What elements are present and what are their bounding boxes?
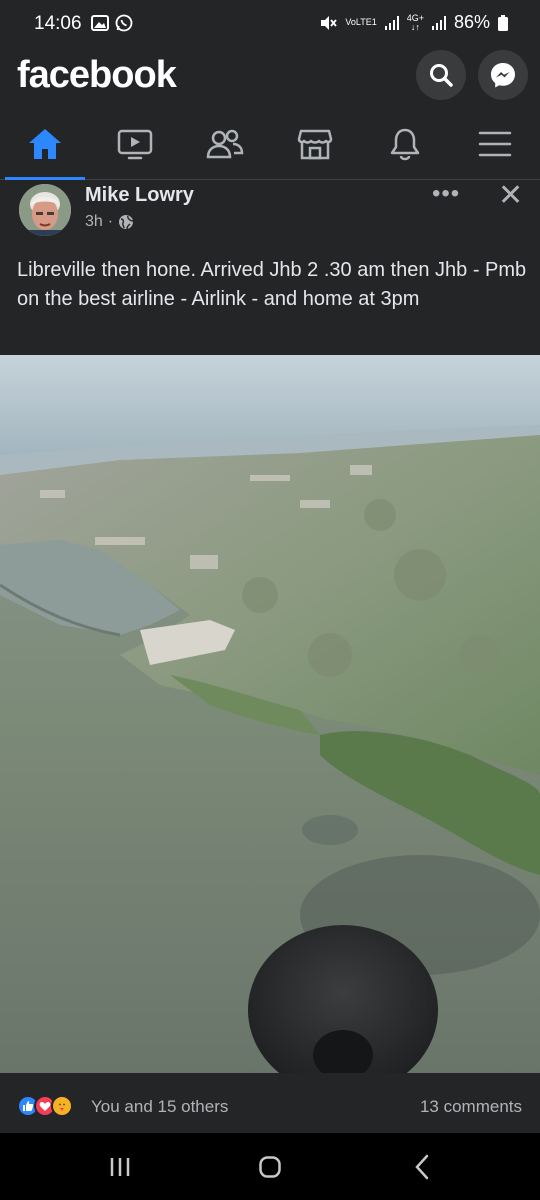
reaction-summary[interactable]: You and 15 others: [91, 1097, 228, 1117]
battery-percent: 86%: [453, 12, 490, 32]
system-navigation-bar: [0, 1133, 540, 1200]
marketplace-icon: [297, 129, 333, 160]
volte-text: VoLTE1: [345, 17, 377, 27]
mute-icon: [321, 15, 338, 30]
tab-friends[interactable]: [180, 108, 270, 180]
battery-icon: [498, 14, 508, 31]
messenger-icon: [491, 63, 515, 88]
volte-label: VoLTE1: [345, 18, 376, 27]
post-photo[interactable]: [0, 355, 540, 1073]
avatar[interactable]: [19, 184, 71, 236]
recents-button[interactable]: [100, 1149, 140, 1185]
home-icon: [29, 129, 61, 159]
tab-menu[interactable]: [450, 108, 540, 180]
tab-notifications[interactable]: [360, 108, 450, 180]
comments-count[interactable]: 13 comments: [420, 1097, 522, 1117]
search-button[interactable]: [416, 50, 466, 100]
status-time: 14:06: [34, 13, 82, 34]
app-header: facebook: [0, 46, 540, 108]
care-icon: [51, 1095, 73, 1117]
gallery-icon: [91, 15, 109, 31]
post-text: Libreville then hone. Arrived Jhb 2 .30 …: [17, 259, 527, 310]
more-options-button[interactable]: •••: [432, 180, 460, 208]
aerial-photo: [0, 355, 540, 1073]
messenger-button[interactable]: [478, 50, 528, 100]
menu-icon: [478, 131, 512, 157]
whatsapp-icon: [115, 14, 133, 32]
reaction-icons[interactable]: [17, 1095, 73, 1117]
notification-icons: [91, 14, 133, 32]
facebook-logo[interactable]: facebook: [17, 54, 177, 97]
status-bar: 14:06 VoLTE1 4G+ ↓↑ 86%: [0, 0, 540, 46]
network-label: 4G+ ↓↑: [406, 12, 424, 32]
post-time[interactable]: 3h: [85, 213, 103, 231]
back-button[interactable]: [402, 1149, 442, 1185]
tab-video[interactable]: [90, 108, 180, 180]
reactions-bar: You and 15 others 13 comments: [0, 1073, 540, 1133]
hide-post-button[interactable]: ✕: [498, 178, 523, 213]
network-text: 4G+: [406, 12, 424, 23]
back-icon: [415, 1154, 429, 1180]
home-button-icon: [259, 1156, 281, 1178]
signal-icon-2: [431, 15, 446, 30]
tab-bar: [0, 108, 540, 180]
meta-separator: ·: [107, 213, 114, 230]
search-icon: [430, 64, 453, 87]
tab-home[interactable]: [0, 108, 90, 180]
post-header: Mike Lowry 3h · ••• ✕: [0, 178, 540, 250]
author-name[interactable]: Mike Lowry: [85, 184, 194, 207]
status-right: VoLTE1 4G+ ↓↑ 86%: [319, 12, 508, 33]
home-button[interactable]: [250, 1149, 290, 1185]
recents-icon: [110, 1158, 130, 1176]
video-icon: [117, 129, 153, 160]
avatar-image: [19, 184, 71, 236]
signal-icon-1: [384, 15, 399, 30]
tab-marketplace[interactable]: [270, 108, 360, 180]
globe-icon: [119, 215, 134, 230]
notifications-icon: [390, 128, 420, 161]
post-meta: 3h ·: [85, 213, 134, 231]
friends-icon: [206, 129, 244, 159]
